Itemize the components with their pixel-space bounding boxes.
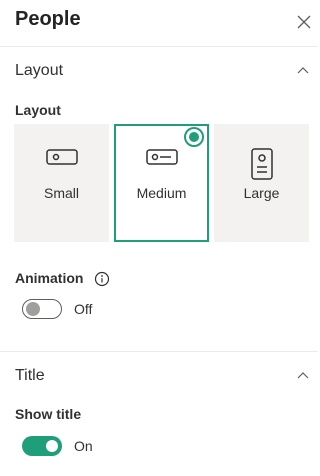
toggle-knob [26,302,40,316]
layout-section-header[interactable]: Layout [0,47,318,93]
person-card-large-icon [250,148,273,180]
title-section-header[interactable]: Title [0,352,318,398]
layout-option-label: Small [43,185,79,201]
layout-option-large[interactable]: Large [214,124,309,242]
info-icon[interactable] [94,271,110,287]
show-title-label: Show title [15,406,82,422]
chevron-up-icon [297,372,309,379]
person-card-small-icon [45,149,78,165]
layout-option-label: Large [243,185,280,201]
animation-toggle[interactable] [22,299,62,319]
person-card-medium-icon [145,149,178,165]
chevron-up-icon [297,67,309,74]
panel-title: People [15,8,81,30]
layout-section-title: Layout [15,62,64,79]
show-title-toggle-state: On [74,438,93,454]
toggle-knob [46,440,58,452]
title-section-title: Title [15,367,45,384]
layout-option-small[interactable]: Small [14,124,109,242]
animation-label: Animation [15,270,84,286]
show-title-toggle[interactable] [22,436,62,456]
animation-toggle-state: Off [74,301,93,317]
layout-field-label: Layout [15,102,61,118]
close-icon[interactable] [296,14,312,30]
layout-option-label: Medium [136,185,187,201]
selected-check-icon [184,127,204,147]
panel-header: People [0,0,318,46]
